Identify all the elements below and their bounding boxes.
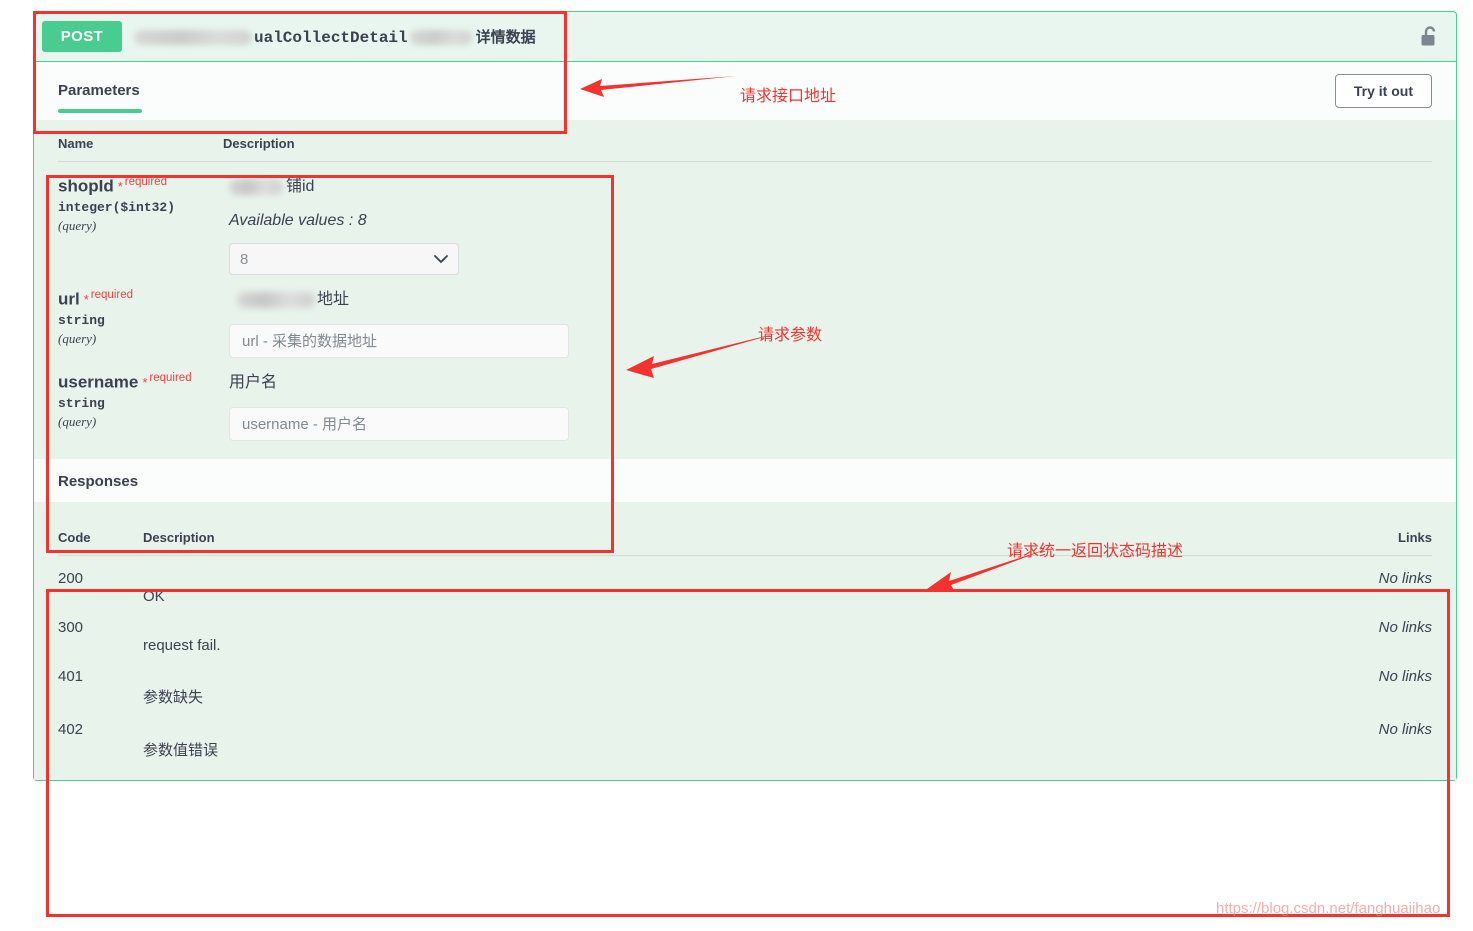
response-description: 参数值错误	[143, 742, 219, 759]
parameter-type: integer($int32)	[58, 200, 176, 216]
parameter-description-text: 铺id	[286, 178, 315, 195]
parameter-type: string	[58, 313, 105, 329]
response-description: 参数缺失	[143, 689, 204, 706]
available-values: Available values : 8	[229, 212, 367, 229]
operation-tab-row: Parameters Try it out	[34, 62, 1456, 120]
parameter-control-area: 地址	[223, 289, 1432, 358]
responses-title: Responses	[58, 473, 139, 490]
operation-summary-text: 详情数据	[475, 29, 536, 46]
available-values-label: Available values	[229, 212, 345, 229]
parameter-description: 铺id	[229, 176, 1432, 198]
redacted-path-segment	[409, 30, 472, 46]
username-input[interactable]	[229, 407, 569, 441]
tab-parameters[interactable]: Parameters	[58, 61, 142, 121]
required-star: *	[142, 375, 148, 391]
redacted-path-prefix	[134, 30, 252, 46]
required-star: *	[83, 292, 89, 308]
response-description: OK	[143, 588, 165, 605]
parameter-row-username: username * required string (query) 用户名	[58, 358, 1432, 441]
operation-path: ualCollectDetail 详情数据	[134, 26, 536, 47]
parameter-control-area: 铺id Available values : 8 8	[223, 176, 1432, 275]
required-star: *	[117, 179, 123, 195]
chevron-down-icon	[434, 251, 448, 268]
parameter-meta: shopId * required integer($int32) (query)	[58, 176, 223, 275]
authorization-lock[interactable]	[1420, 25, 1446, 49]
table-row: 200 OK No links	[58, 556, 1432, 605]
parameter-description-text: 地址	[317, 291, 350, 308]
required-label: required	[90, 289, 133, 301]
column-header-description: Description	[143, 530, 215, 545]
required-label: required	[124, 176, 167, 188]
response-code: 401	[58, 668, 84, 685]
parameter-name: shopId	[58, 176, 114, 196]
column-header-description: Description	[223, 136, 295, 151]
parameter-location: (query)	[58, 218, 97, 234]
response-code: 300	[58, 619, 84, 636]
responses-table-header: Code Description Links	[58, 502, 1432, 556]
response-code: 402	[58, 721, 84, 738]
parameter-name: username	[58, 372, 139, 392]
required-label: required	[149, 372, 192, 384]
responses-section: Code Description Links 200 OK No links 3…	[34, 502, 1456, 780]
response-code: 200	[58, 570, 84, 587]
column-header-name: Name	[58, 136, 94, 151]
http-method-badge: POST	[42, 21, 122, 52]
operation-summary[interactable]: POST ualCollectDetail 详情数据	[34, 12, 1456, 62]
try-it-out-button[interactable]: Try it out	[1334, 74, 1432, 108]
table-row: 402 参数值错误 No links	[58, 707, 1432, 760]
available-values-value: 8	[357, 212, 367, 229]
url-input[interactable]	[229, 324, 569, 358]
parameter-description: 用户名	[229, 374, 278, 391]
parameter-description: 地址	[229, 289, 1432, 311]
parameter-location: (query)	[58, 331, 97, 347]
parameters-section: Name Description shopId * required integer…	[34, 120, 1456, 459]
parameter-row-shopid: shopId * required integer($int32) (query) …	[58, 162, 1432, 275]
watermark: https://blog.csdn.net/fanghuaiihao	[1216, 900, 1441, 917]
column-header-code: Code	[58, 530, 91, 545]
redacted-description-text	[229, 178, 283, 195]
table-row: 401 参数缺失 No links	[58, 654, 1432, 707]
response-links: No links	[1378, 619, 1432, 636]
response-description: request fail.	[143, 637, 221, 654]
parameter-location: (query)	[58, 414, 97, 430]
responses-title-band: Responses	[34, 459, 1456, 502]
parameter-type: string	[58, 396, 105, 412]
operation-body: Parameters Try it out Name Description s…	[34, 62, 1456, 780]
column-header-links: Links	[1398, 530, 1432, 545]
parameter-meta: url * required string (query)	[58, 289, 223, 358]
response-links: No links	[1378, 721, 1432, 738]
response-links: No links	[1378, 570, 1432, 587]
table-row: 300 request fail. No links	[58, 605, 1432, 654]
shopid-select-value: 8	[240, 250, 249, 268]
parameter-control-area: 用户名	[223, 372, 1432, 441]
shopid-select[interactable]: 8	[229, 243, 459, 275]
parameter-name: url	[58, 289, 80, 309]
operation-path-text: ualCollectDetail	[254, 29, 408, 47]
parameters-table-header: Name Description	[58, 120, 1432, 162]
redacted-description-text	[237, 291, 315, 308]
parameter-meta: username * required string (query)	[58, 372, 223, 441]
parameter-row-url: url * required string (query) 地址	[58, 275, 1432, 358]
response-links: No links	[1378, 668, 1432, 685]
unlocked-padlock-icon	[1421, 25, 1436, 45]
operation-block: POST ualCollectDetail 详情数据 Parameters Try…	[33, 11, 1457, 781]
swagger-ui-page: POST ualCollectDetail 详情数据 Parameters Try…	[0, 0, 1473, 931]
